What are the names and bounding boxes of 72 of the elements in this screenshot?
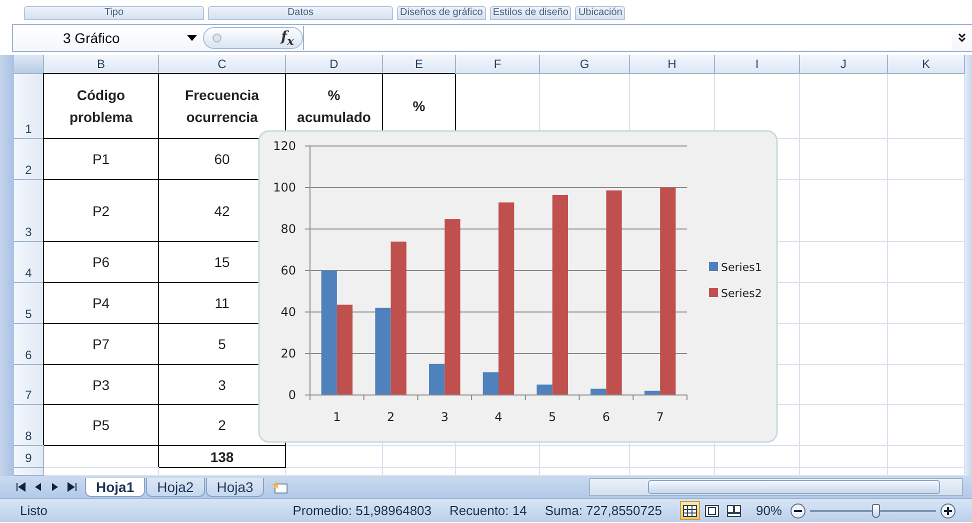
zoom-out-icon[interactable] [790, 502, 806, 518]
insert-function-button[interactable]: f$_{x}$ [281, 28, 294, 48]
column-header[interactable]: H [630, 55, 715, 74]
axis-label: 1 [333, 410, 341, 424]
column-header[interactable]: I [715, 55, 800, 74]
row-header[interactable]: 3 [14, 180, 44, 242]
normal-view-button[interactable] [680, 501, 700, 520]
status-text: Recuento: 14 [450, 503, 527, 518]
slider-thumb[interactable] [872, 504, 880, 518]
table-cell: P3 [44, 365, 159, 405]
view-icon [682, 504, 698, 518]
last-sheet-icon[interactable] [67, 482, 77, 492]
row-header[interactable]: 4 [14, 242, 44, 283]
column-header[interactable]: J [800, 55, 888, 74]
view-icon [726, 504, 742, 518]
ribbon-button[interactable]: Datos [208, 6, 393, 20]
table-cell: P2 [44, 180, 159, 242]
column-header[interactable]: G [540, 55, 630, 74]
row-header[interactable]: 1 [14, 74, 44, 139]
axis-label: 0 [288, 388, 296, 402]
row-header[interactable]: 9 [14, 446, 44, 468]
scroll-thumb[interactable] [648, 480, 940, 494]
table-cell: P6 [44, 242, 159, 283]
sheet-tab[interactable]: Hoja3 [206, 478, 264, 496]
column-header[interactable]: B [44, 55, 159, 74]
status-text: Suma: 727,8550725 [544, 503, 662, 518]
table-cell: 138 [159, 446, 286, 468]
view-icon [704, 504, 720, 518]
axis-label: 2 [386, 410, 395, 424]
column-header[interactable]: E [383, 55, 456, 74]
status-text: Promedio: 51,98964803 [292, 503, 432, 518]
sheet-tab[interactable]: Hoja1 [85, 478, 146, 496]
insert-sheet-icon[interactable] [271, 480, 290, 494]
column-header[interactable]: F [456, 55, 540, 74]
row-header[interactable]: 5 [14, 283, 44, 324]
table-cell: P4 [44, 283, 159, 324]
axis-label: 7 [656, 410, 664, 424]
row-header[interactable]: 2 [14, 139, 44, 180]
status-text: Listo [20, 503, 48, 518]
column-header[interactable]: K [888, 55, 965, 74]
ribbon-button[interactable]: Diseños de gráfico [397, 6, 486, 20]
ribbon-button[interactable]: Tipo [24, 6, 204, 20]
dropdown-arrow-icon[interactable] [187, 35, 197, 41]
row-header[interactable]: 6 [14, 324, 44, 365]
row-header[interactable]: 8 [14, 405, 44, 446]
first-sheet-icon[interactable] [16, 482, 26, 492]
axis-label: 6 [602, 410, 610, 424]
ribbon-button[interactable]: Ubicación [575, 6, 626, 20]
table-cell: Código problema [44, 74, 159, 139]
table-cell: P7 [44, 324, 159, 365]
zoom-in-icon[interactable] [940, 502, 956, 518]
column-header[interactable]: D [286, 55, 383, 74]
table-cell: P5 [44, 405, 159, 446]
name-box[interactable]: 3 Gráfico [13, 27, 181, 49]
legend-label: Series2 [721, 287, 762, 300]
previous-sheet-icon[interactable] [33, 482, 43, 492]
axis-label: 4 [494, 410, 502, 424]
vertical-scrollbar[interactable] [965, 55, 972, 476]
ribbon-button[interactable]: Estilos de diseño [490, 6, 572, 20]
axis-label: 3 [440, 410, 448, 424]
table-cell: P1 [44, 139, 159, 180]
circle-icon [212, 33, 222, 43]
expand-icon[interactable] [958, 33, 966, 43]
row-header[interactable]: 7 [14, 365, 44, 405]
column-header[interactable]: C [159, 55, 286, 74]
legend-label: Series1 [721, 261, 762, 274]
sheet-tab[interactable]: Hoja2 [146, 478, 205, 496]
horizontal-scrollbar[interactable] [589, 478, 963, 496]
zoom-level[interactable]: 90% [756, 503, 782, 518]
function-field[interactable]: f$_{x}$ [203, 27, 303, 49]
next-sheet-icon[interactable] [50, 482, 60, 492]
axis-label: 5 [548, 410, 556, 424]
